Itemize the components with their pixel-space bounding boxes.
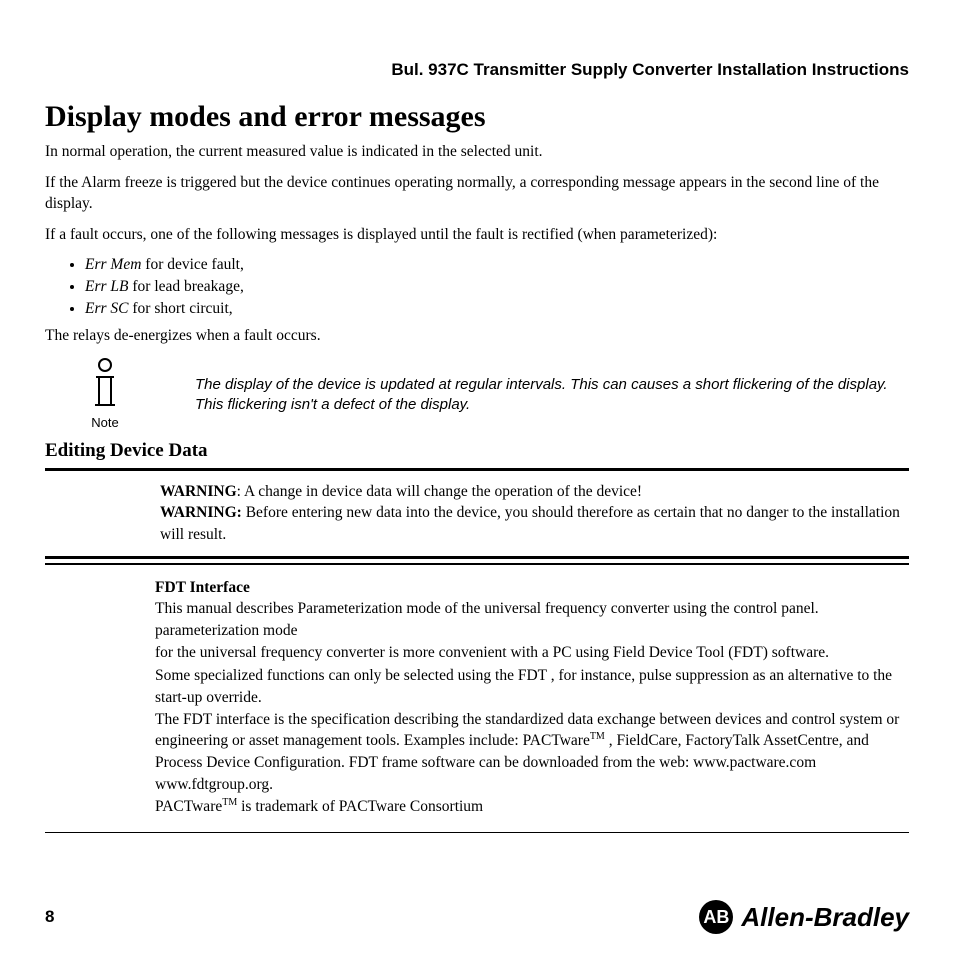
page-footer: 8 AB Allen-Bradley <box>45 900 909 934</box>
divider <box>45 468 909 471</box>
list-item: Err SC for short circuit, <box>85 300 909 318</box>
paragraph: If the Alarm freeze is triggered but the… <box>45 173 909 215</box>
divider <box>45 556 909 559</box>
running-header: Bul. 937C Transmitter Supply Converter I… <box>45 60 909 80</box>
page-number: 8 <box>45 907 54 927</box>
paragraph: PACTwareTM is trademark of PACTware Cons… <box>155 796 909 818</box>
paragraph: Some specialized functions can only be s… <box>155 665 909 708</box>
error-code: Err LB <box>85 278 129 295</box>
trademark-symbol: TM <box>222 797 237 808</box>
paragraph: In normal operation, the current measure… <box>45 142 909 163</box>
paragraph: The relays de-energizes when a fault occ… <box>45 326 909 347</box>
brand-logo-icon: AB <box>699 900 733 934</box>
brand-mark: AB Allen-Bradley <box>699 900 909 934</box>
list-item: Err Mem for device fault, <box>85 256 909 274</box>
paragraph: If a fault occurs, one of the following … <box>45 225 909 246</box>
paragraph: for the universal frequency converter is… <box>155 642 909 664</box>
list-item: Err LB for lead breakage, <box>85 278 909 296</box>
error-desc: for device fault, <box>141 256 243 273</box>
warning-line: WARNING: A change in device data will ch… <box>160 481 909 503</box>
paragraph: The FDT interface is the specification d… <box>155 709 909 796</box>
subsection-heading: Editing Device Data <box>45 440 909 462</box>
warning-label: WARNING: <box>160 504 242 521</box>
error-code: Err SC <box>85 300 129 317</box>
warning-block: WARNING: A change in device data will ch… <box>160 475 909 552</box>
note-block: Note The display of the device is update… <box>85 357 909 430</box>
error-desc: for lead breakage, <box>129 278 244 295</box>
error-list: Err Mem for device fault, Err LB for lea… <box>85 256 909 318</box>
note-label: Note <box>85 415 125 430</box>
fdt-block: FDT Interface This manual describes Para… <box>155 569 909 818</box>
brand-name: Allen-Bradley <box>741 902 909 933</box>
warning-text: : A change in device data will change th… <box>237 483 642 500</box>
section-heading: Display modes and error messages <box>45 100 909 134</box>
warning-line: WARNING: Before entering new data into t… <box>160 502 909 545</box>
text-run: is trademark of PACTware Consortium <box>237 798 483 815</box>
divider <box>45 832 909 833</box>
note-icon: Note <box>85 357 125 430</box>
note-text: The display of the device is updated at … <box>125 357 909 416</box>
text-run: PACTware <box>155 798 222 815</box>
trademark-symbol: TM <box>590 731 605 742</box>
fdt-heading: FDT Interface <box>155 577 909 599</box>
paragraph: This manual describes Parameterization m… <box>155 598 909 641</box>
error-code: Err Mem <box>85 256 141 273</box>
error-desc: for short circuit, <box>129 300 233 317</box>
warning-text: Before entering new data into the device… <box>160 504 900 543</box>
divider <box>45 563 909 565</box>
page-content: Bul. 937C Transmitter Supply Converter I… <box>0 0 954 877</box>
warning-label: WARNING <box>160 483 237 500</box>
